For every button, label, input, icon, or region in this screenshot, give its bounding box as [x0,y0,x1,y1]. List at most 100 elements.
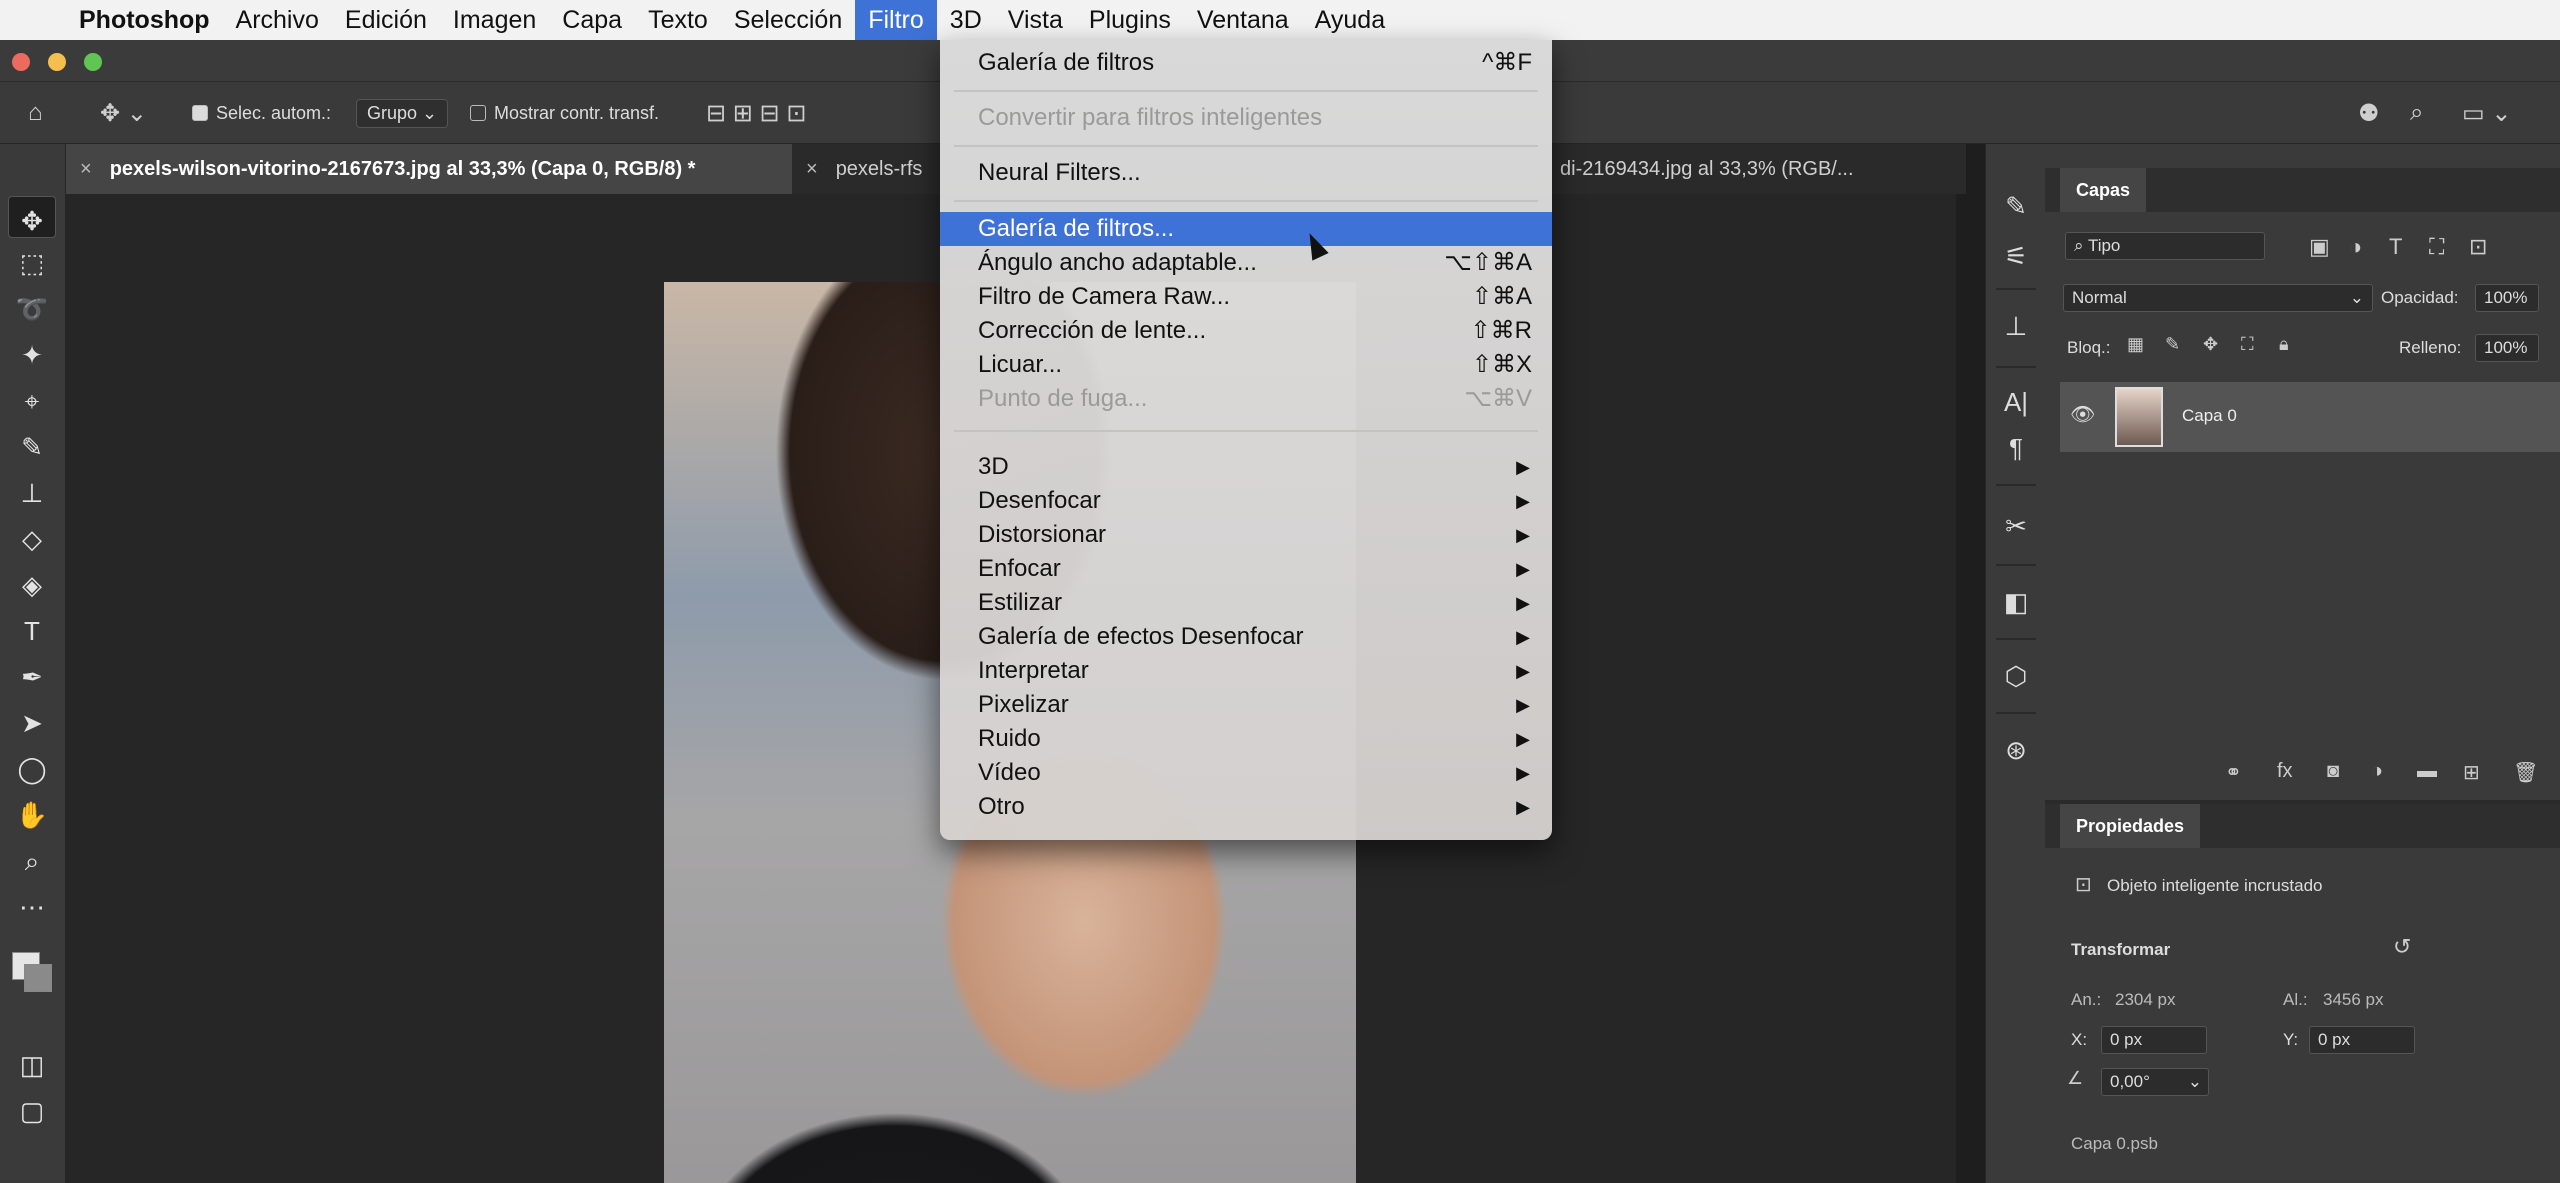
blend-mode-dropdown[interactable]: Normal ⌄ [2063,284,2373,312]
zoom-window-button[interactable] [84,53,102,71]
menu-item-filter-gallery-last[interactable]: Galería de filtros ^⌘F [940,46,1552,80]
close-window-button[interactable] [12,53,30,71]
tab-properties[interactable]: Propiedades [2060,804,2201,848]
angle-field[interactable]: 0,00° ⌄ [2101,1068,2209,1096]
new-group-icon[interactable]: ▬ [2417,760,2437,783]
menu-item-sharpen[interactable]: Enfocar ▶ [940,552,1552,586]
menu-item-lens-correction[interactable]: Corrección de lente... ⇧⌘R [940,314,1552,348]
color-swatches-icon[interactable] [8,944,56,1004]
menu-3d[interactable]: 3D [937,0,995,40]
minimize-window-button[interactable] [48,53,66,71]
lock-position-icon[interactable]: ✥ [2203,334,2218,355]
menu-item-liquify[interactable]: Licuar... ⇧⌘X [940,348,1552,382]
magic-wand-icon[interactable]: ✦ [8,334,56,376]
menu-item-blur[interactable]: Desenfocar ▶ [940,484,1552,518]
show-transform-checkbox[interactable]: Mostrar contr. transf. [470,82,659,144]
menu-ayuda[interactable]: Ayuda [1302,0,1398,40]
pen-tool-icon[interactable]: ✒ [8,656,56,698]
lasso-tool-icon[interactable]: ➰ [8,288,56,330]
menu-photoshop[interactable]: Photoshop [66,0,223,40]
eyedropper-icon[interactable]: ⌖ [8,380,56,422]
menu-plugins[interactable]: Plugins [1076,0,1184,40]
new-layer-icon[interactable]: ⊞ [2463,760,2480,785]
move-tool-preset-icon[interactable]: ✥ ⌄ [100,82,147,144]
menu-item-neural-filters[interactable]: Neural Filters... [940,156,1552,190]
clone-source-icon[interactable]: ⊥ [1994,304,2038,348]
filter-pixel-icon[interactable]: ▣ [2309,234,2330,260]
filter-type-icon[interactable]: T [2389,234,2402,260]
filter-shape-icon[interactable]: ⛶ [2429,234,2444,260]
layer-row[interactable]: 👁︎ Capa 0 [2060,382,2560,452]
auto-select-dropdown[interactable]: Grupo ⌄ [356,82,449,144]
y-field[interactable]: 0 px [2309,1026,2415,1054]
zoom-tool-icon[interactable]: ⌕ [8,840,56,882]
filter-smart-object-icon[interactable]: ⊡ [2469,234,2487,260]
reset-transform-icon[interactable]: ↺ [2393,934,2411,960]
home-icon[interactable]: ⌂ [28,82,43,144]
menu-item-blur-gallery[interactable]: Galería de efectos Desenfocar ▶ [940,620,1552,654]
delete-layer-icon[interactable]: 🗑︎ [2513,760,2538,785]
menu-item-camera-raw[interactable]: Filtro de Camera Raw... ⇧⌘A [940,280,1552,314]
add-mask-icon[interactable]: ◙ [2327,760,2339,783]
menu-seleccion[interactable]: Selección [721,0,855,40]
menu-item-render[interactable]: Interpretar ▶ [940,654,1552,688]
close-tab-icon[interactable]: × [80,158,92,180]
menu-filtro[interactable]: Filtro [855,0,937,40]
adjustments-icon[interactable]: ⚟ [1994,234,2038,278]
menu-texto[interactable]: Texto [635,0,721,40]
align-buttons[interactable]: ⊟ ⊞ ⊟ ⊡ [706,82,806,144]
marquee-tool-icon[interactable]: ⬚ [8,242,56,284]
menu-archivo[interactable]: Archivo [223,0,332,40]
menu-item-filter-gallery[interactable]: Galería de filtros... [940,212,1552,246]
eraser-tool-icon[interactable]: ◇ [8,518,56,560]
menu-item-noise[interactable]: Ruido ▶ [940,722,1552,756]
adjustment-layer-icon[interactable]: ◑ [2371,760,2383,783]
hand-tool-icon[interactable]: ✋ [8,794,56,836]
tab-document-1[interactable]: × pexels-wilson-vitorino-2167673.jpg al 3… [66,144,792,194]
fill-field[interactable]: 100% [2475,334,2539,362]
menu-capa[interactable]: Capa [549,0,635,40]
menu-imagen[interactable]: Imagen [440,0,549,40]
move-tool-icon[interactable]: ✥ [8,196,56,238]
tool-presets-icon[interactable]: ✂ [1994,504,2038,548]
link-layers-icon[interactable]: ⚭ [2225,760,2242,785]
menu-edicion[interactable]: Edición [332,0,440,40]
auto-select-checkbox[interactable]: Selec. autom.: [192,82,331,144]
brush-settings-icon[interactable]: ✎ [1994,184,2038,228]
menu-item-3d[interactable]: 3D ▶ [940,450,1552,484]
x-field[interactable]: 0 px [2101,1026,2207,1054]
filter-adjustment-icon[interactable]: ◑ [2349,234,2362,260]
lock-artboard-icon[interactable]: ⛶ [2241,334,2254,355]
quick-mask-icon[interactable]: ◫ [8,1044,56,1086]
lock-all-icon[interactable]: 🔒︎ [2279,334,2289,355]
close-tab-icon[interactable]: × [806,158,818,180]
menu-item-stylize[interactable]: Estilizar ▶ [940,586,1552,620]
tab-document-3[interactable]: di-2169434.jpg al 33,3% (RGB/... [1546,144,1966,194]
menu-item-distort[interactable]: Distorsionar ▶ [940,518,1552,552]
channels-icon[interactable]: ⊛ [1994,728,2038,772]
menu-item-pixelate[interactable]: Pixelizar ▶ [940,688,1552,722]
layer-filter-kind[interactable]: ⌕ Tipo [2065,232,2265,260]
search-icon[interactable]: ⌕ [2410,82,2423,144]
more-tools-icon[interactable]: ⋯ [8,886,56,928]
path-selection-icon[interactable]: ➤ [8,702,56,744]
screen-mode-icon[interactable]: ▢ [8,1090,56,1132]
lock-pixels-icon[interactable]: ✎ [2165,334,2180,355]
layer-style-icon[interactable]: fx [2277,760,2293,783]
ellipse-tool-icon[interactable]: ◯ [8,748,56,790]
menu-item-video[interactable]: Vídeo ▶ [940,756,1552,790]
share-icon[interactable]: ⚉ [2358,82,2380,144]
opacity-field[interactable]: 100% [2475,284,2539,312]
tab-layers[interactable]: Capas [2060,168,2147,212]
paint-bucket-icon[interactable]: ◈ [8,564,56,606]
lock-transparency-icon[interactable]: ▦ [2127,334,2144,355]
navigator-icon[interactable]: ◧ [1994,580,2038,624]
visibility-eye-icon[interactable]: 👁︎ [2070,402,2095,427]
menu-vista[interactable]: Vista [995,0,1076,40]
stamp-tool-icon[interactable]: ⊥ [8,472,56,514]
menu-item-other[interactable]: Otro ▶ [940,790,1552,824]
menu-ventana[interactable]: Ventana [1184,0,1302,40]
3d-icon[interactable]: ⬡ [1994,654,2038,698]
paragraph-icon[interactable]: ¶ [1994,426,2038,470]
character-icon[interactable]: A| [1994,380,2038,424]
